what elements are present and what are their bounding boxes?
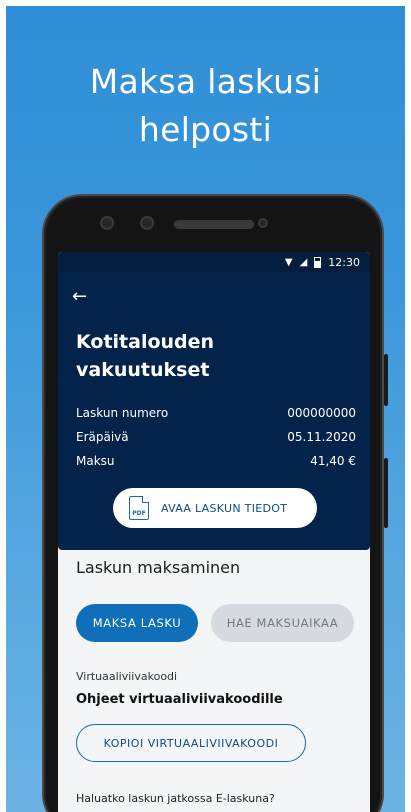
due-date-value: 05.11.2020 (287, 430, 356, 444)
invoice-number-value: 000000000 (287, 406, 356, 420)
due-date-label: Eräpäivä (76, 430, 129, 444)
proximity-sensor-icon (258, 218, 268, 228)
phone-frame: ▼ ◢ 12:30 ← Kotitalouden vakuutukset Las… (42, 194, 388, 812)
promo-background: Maksa laskusi helposti ▼ ◢ 12:30 ← Kotit… (6, 6, 405, 812)
invoice-number-row: Laskun numero 000000000 (76, 406, 356, 420)
invoice-number-label: Laskun numero (76, 406, 169, 420)
headline-line-2: helposti (138, 110, 273, 149)
amount-value: 41,40 € (310, 454, 356, 468)
title-line-1: Kotitalouden (76, 331, 215, 353)
power-button (384, 458, 388, 528)
amount-label: Maksu (76, 454, 115, 468)
title-line-2: vakuutukset (76, 359, 210, 381)
app-screen: ▼ ◢ 12:30 ← Kotitalouden vakuutukset Las… (58, 252, 370, 812)
due-date-row: Eräpäivä 05.11.2020 (76, 430, 356, 444)
sensor-icon (140, 216, 154, 230)
virtual-barcode-instructions[interactable]: Ohjeet virtuaaliviivakoodille (76, 692, 283, 707)
open-invoice-details-button[interactable]: PDF AVAA LASKUN TIEDOT (113, 488, 317, 528)
headline-line-1: Maksa laskusi (89, 62, 322, 101)
invoice-header: ← Kotitalouden vakuutukset Laskun numero… (58, 272, 370, 550)
invoice-title: Kotitalouden vakuutukset (76, 328, 276, 384)
amount-row: Maksu 41,40 € (76, 454, 356, 468)
open-invoice-details-label: AVAA LASKUN TIEDOT (161, 501, 288, 515)
pdf-icon: PDF (129, 496, 149, 520)
back-arrow-icon[interactable]: ← (72, 286, 87, 307)
payment-section-title: Laskun maksaminen (76, 558, 241, 577)
virtual-barcode-label: Virtuaaliviivakoodi (76, 670, 178, 683)
request-payment-time-button[interactable]: HAE MAKSUAIKAA (211, 604, 354, 642)
einvoice-question: Haluatko laskun jatkossa E-laskuna? (76, 792, 275, 805)
volume-button (384, 354, 388, 406)
status-time: 12:30 (328, 255, 360, 269)
pay-invoice-button[interactable]: MAKSA LASKU (76, 604, 198, 642)
wifi-icon: ▼ (284, 256, 293, 268)
promo-headline: Maksa laskusi helposti (6, 58, 405, 154)
front-camera-icon (100, 216, 114, 230)
copy-virtual-barcode-button[interactable]: KOPIOI VIRTUAALIVIIVAKOODI (76, 724, 306, 762)
signal-icon: ◢ (299, 256, 308, 268)
earpiece-speaker (174, 220, 254, 229)
battery-icon (314, 256, 322, 268)
status-bar: ▼ ◢ 12:30 (58, 252, 370, 272)
